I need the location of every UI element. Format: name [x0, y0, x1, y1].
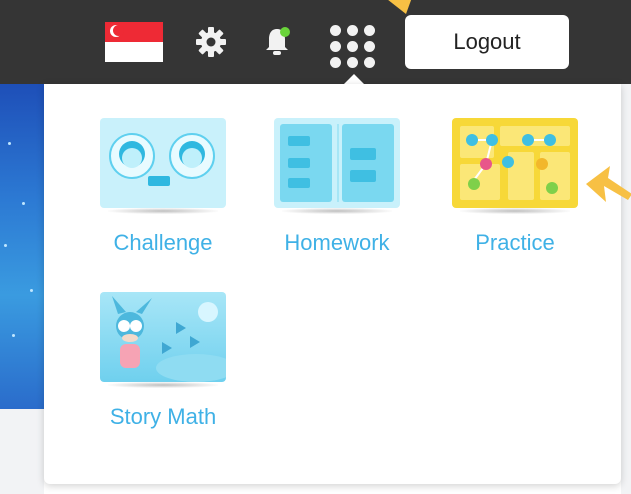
- story-math-thumbnail: [100, 292, 226, 382]
- apps-dropdown-menu: Challenge Homework Practice Story Math: [44, 84, 621, 484]
- gear-icon[interactable]: [195, 26, 227, 58]
- challenge-thumbnail: [100, 118, 226, 208]
- pointer-arrow-icon: [586, 166, 631, 202]
- grid-dot: [347, 25, 358, 36]
- background-decoration: [0, 84, 44, 409]
- bell-icon[interactable]: [261, 25, 293, 59]
- grid-dot: [347, 57, 358, 68]
- menu-item-practice[interactable]: Practice: [452, 118, 578, 258]
- menu-item-label: Challenge: [113, 230, 213, 255]
- top-bar: Logout: [0, 0, 631, 84]
- menu-item-label: Homework: [284, 230, 390, 255]
- singapore-flag-icon[interactable]: [105, 22, 163, 62]
- background-lower: [0, 409, 44, 494]
- grid-dot: [347, 41, 358, 52]
- background-right: [621, 84, 631, 494]
- homework-thumbnail: [274, 118, 400, 208]
- menu-item-challenge[interactable]: Challenge: [100, 118, 226, 258]
- grid-dots-icon[interactable]: [323, 18, 381, 70]
- grid-dot: [330, 25, 341, 36]
- menu-item-homework[interactable]: Homework: [274, 118, 400, 258]
- dropdown-caret: [344, 74, 364, 84]
- pointer-arrow-icon: [388, 0, 412, 14]
- grid-dot: [364, 25, 375, 36]
- grid-dot: [330, 57, 341, 68]
- grid-dot: [330, 41, 341, 52]
- grid-dot: [364, 41, 375, 52]
- menu-item-label: Practice: [475, 230, 555, 255]
- grid-dot: [364, 57, 375, 68]
- logout-button[interactable]: Logout: [405, 15, 569, 69]
- practice-thumbnail: [452, 118, 578, 208]
- menu-item-label: Story Math: [109, 404, 217, 429]
- menu-item-story-math[interactable]: Story Math: [100, 292, 226, 432]
